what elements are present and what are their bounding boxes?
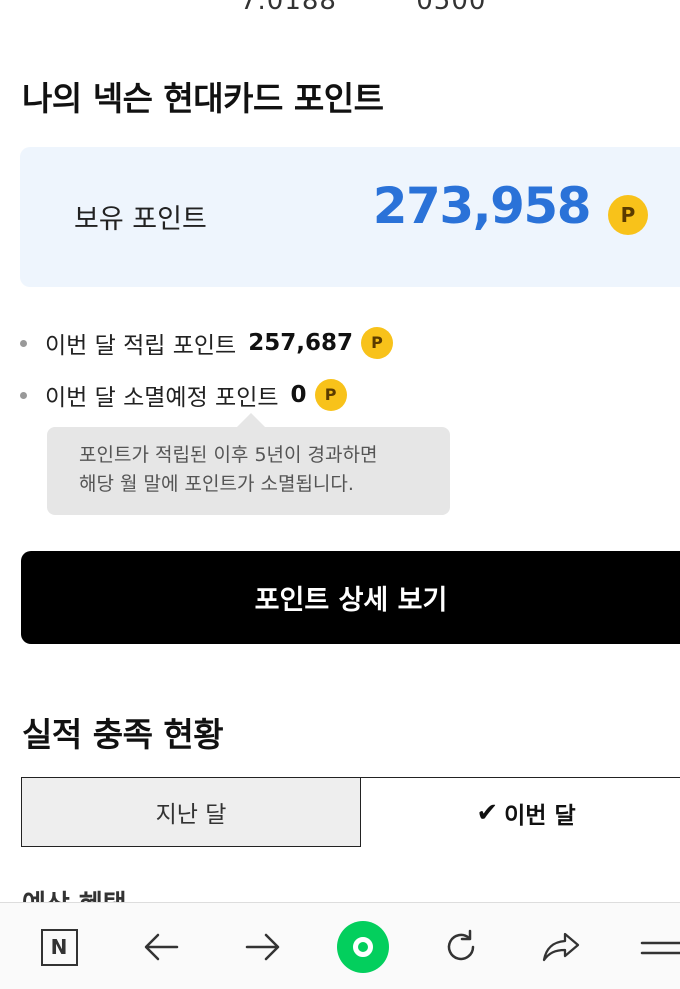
tab-this-month[interactable]: ✔ 이번 달 (361, 777, 680, 847)
point-coin-icon: P (360, 327, 393, 359)
naver-n-icon[interactable]: N (38, 921, 80, 973)
tooltip-line-1: 포인트가 적립된 이후 5년이 경과하면 (79, 444, 378, 466)
expiring-points-label: 이번 달 소멸예정 포인트 (45, 385, 279, 411)
refresh-icon[interactable] (440, 921, 482, 973)
points-section-title: 나의 넥슨 현대카드 포인트 (22, 79, 384, 118)
earned-points-value: 257,687 (248, 330, 353, 356)
held-points-card: 보유 포인트 273,958 P (20, 147, 680, 287)
held-points-label: 보유 포인트 (74, 204, 207, 235)
month-tabs: 지난 달 ✔ 이번 달 (21, 777, 680, 847)
green-circle (337, 921, 389, 973)
point-detail-button[interactable]: 포인트 상세 보기 (21, 551, 680, 644)
share-icon[interactable] (540, 921, 582, 973)
expiry-tooltip: 포인트가 적립된 이후 5년이 경과하면 해당 월 말에 포인트가 소멸됩니다. (47, 413, 450, 515)
expiring-points-value: 0 (290, 382, 307, 408)
tab-this-month-label: 이번 달 (504, 802, 576, 829)
expiring-points-row: 이번 달 소멸예정 포인트 0 P (20, 378, 347, 412)
held-points-value: 273,958 (372, 177, 592, 235)
tooltip-line-2: 해당 월 말에 포인트가 소멸됩니다. (79, 473, 354, 495)
partial-value-2: 0500 (416, 0, 487, 16)
bullet-dot (20, 339, 27, 347)
point-coin-icon: P (608, 195, 648, 235)
tab-last-month[interactable]: 지난 달 (21, 777, 361, 847)
forward-arrow-icon[interactable] (242, 921, 284, 973)
n-letter: N (40, 928, 78, 966)
browser-bottom-bar: N (0, 902, 680, 989)
point-coin-icon: P (314, 379, 347, 411)
partial-value-1: 7.0188 (240, 0, 337, 16)
scrolled-off-values: 7.0188 0500 (240, 0, 556, 16)
tab-last-month-label: 지난 달 (155, 802, 227, 828)
earned-points-row: 이번 달 적립 포인트 257,687 P (20, 326, 393, 360)
green-home-icon[interactable] (336, 921, 390, 973)
earned-points-label: 이번 달 적립 포인트 (45, 333, 237, 359)
bullet-dot (20, 391, 27, 399)
back-arrow-icon[interactable] (140, 921, 182, 973)
menu-icon[interactable] (638, 921, 680, 973)
performance-section-title: 실적 충족 현황 (22, 715, 224, 754)
check-icon: ✔ (476, 797, 499, 828)
